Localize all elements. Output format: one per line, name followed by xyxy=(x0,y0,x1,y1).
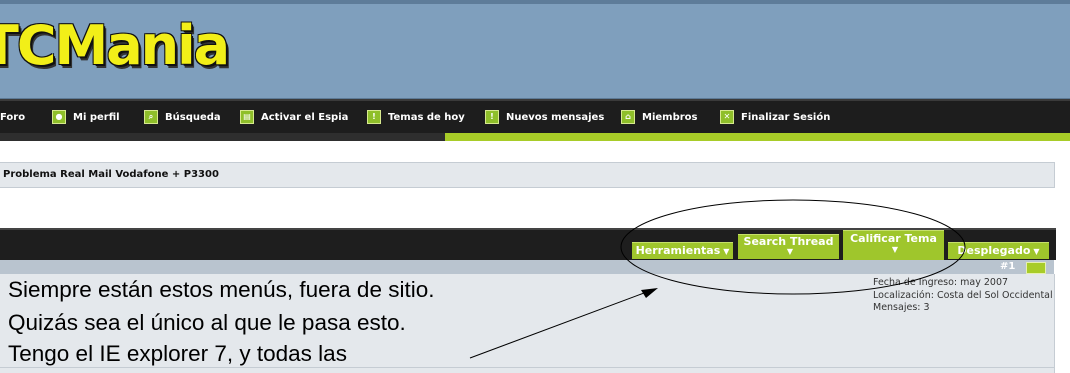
thread-toolbar: Herramientas ▼ Search Thread ▼ Calificar … xyxy=(0,228,1056,260)
members-icon: ⌂ xyxy=(621,110,635,124)
header-top-border xyxy=(0,0,1070,4)
profile-icon: ● xyxy=(52,110,66,124)
nav-item-label: Activar el Espia xyxy=(261,111,349,123)
annotation-line: Quizás sea el único al que le pasa esto. xyxy=(8,310,406,335)
nav-item-label: Búsqueda xyxy=(165,111,221,123)
post-header: #1 xyxy=(0,260,1054,274)
site-header: TCMania xyxy=(0,0,1070,99)
navbar-accent-line xyxy=(445,133,1070,141)
annotation-line: Siempre están estos menús, fuera de siti… xyxy=(8,277,435,302)
today-topics-icon: ! xyxy=(367,110,381,124)
join-date: Fecha de Ingreso: may 2007 xyxy=(873,277,1009,288)
nav-item-activar-espia[interactable]: ▤ Activar el Espia xyxy=(240,109,348,125)
nav-item-miembros[interactable]: ⌂ Miembros xyxy=(621,109,698,125)
calificar-tema-label: Calificar Tema xyxy=(850,232,937,245)
thread-title-bar: Problema Real Mail Vodafone + P3300 xyxy=(0,162,1055,188)
desplegado-menu-button[interactable]: Desplegado ▼ xyxy=(948,242,1049,259)
search-icon: ⌕ xyxy=(144,110,158,124)
nav-item-nuevos-mensajes[interactable]: ! Nuevos mensajes xyxy=(485,109,604,125)
chevron-down-icon: ▼ xyxy=(1033,247,1040,256)
nav-item-mi-perfil[interactable]: ● Mi perfil xyxy=(52,109,120,125)
nav-item-label: Nuevos mensajes xyxy=(506,111,605,123)
nav-item-label: Foro xyxy=(0,111,26,123)
annotation-line: Tengo el IE explorer 7, y todas las xyxy=(8,341,347,366)
chevron-down-icon: ▼ xyxy=(723,247,730,256)
spy-icon: ▤ xyxy=(240,110,254,124)
nav-item-finalizar-sesion[interactable]: ✕ Finalizar Sesión xyxy=(720,109,830,125)
new-messages-icon: ! xyxy=(485,110,499,124)
nav-item-label: Temas de hoy xyxy=(388,111,465,123)
nav-item-label: Finalizar Sesión xyxy=(741,111,831,123)
nav-item-temas-hoy[interactable]: ! Temas de hoy xyxy=(367,109,465,125)
main-navbar: Foro ● Mi perfil ⌕ Búsqueda ▤ Activar el… xyxy=(0,99,1070,133)
message-count: Mensajes: 3 xyxy=(873,302,930,313)
post-options-icon[interactable] xyxy=(1026,262,1046,274)
herramientas-menu-button[interactable]: Herramientas ▼ xyxy=(632,242,733,259)
logout-icon: ✕ xyxy=(720,110,734,124)
thread-title: Problema Real Mail Vodafone + P3300 xyxy=(3,169,219,180)
user-info: Fecha de Ingreso: may 2007 Localización:… xyxy=(873,277,1053,315)
search-thread-menu-button[interactable]: Search Thread ▼ xyxy=(738,234,839,259)
post-divider xyxy=(0,367,1054,368)
herramientas-label: Herramientas xyxy=(635,244,721,257)
chevron-down-icon: ▼ xyxy=(786,247,794,256)
nav-item-label: Miembros xyxy=(642,111,698,123)
post-number-link[interactable]: #1 xyxy=(1000,261,1015,272)
location: Localización: Costa del Sol Occidental xyxy=(873,289,1053,301)
nav-item-label: Mi perfil xyxy=(73,111,120,123)
nav-item-busqueda[interactable]: ⌕ Búsqueda xyxy=(144,109,221,125)
site-logo[interactable]: TCMania xyxy=(0,14,230,77)
desplegado-label: Desplegado xyxy=(957,244,1031,257)
nav-item-foro[interactable]: Foro xyxy=(0,109,25,125)
calificar-tema-menu-button[interactable]: Calificar Tema ▼ xyxy=(843,230,944,260)
chevron-down-icon: ▼ xyxy=(891,245,899,254)
